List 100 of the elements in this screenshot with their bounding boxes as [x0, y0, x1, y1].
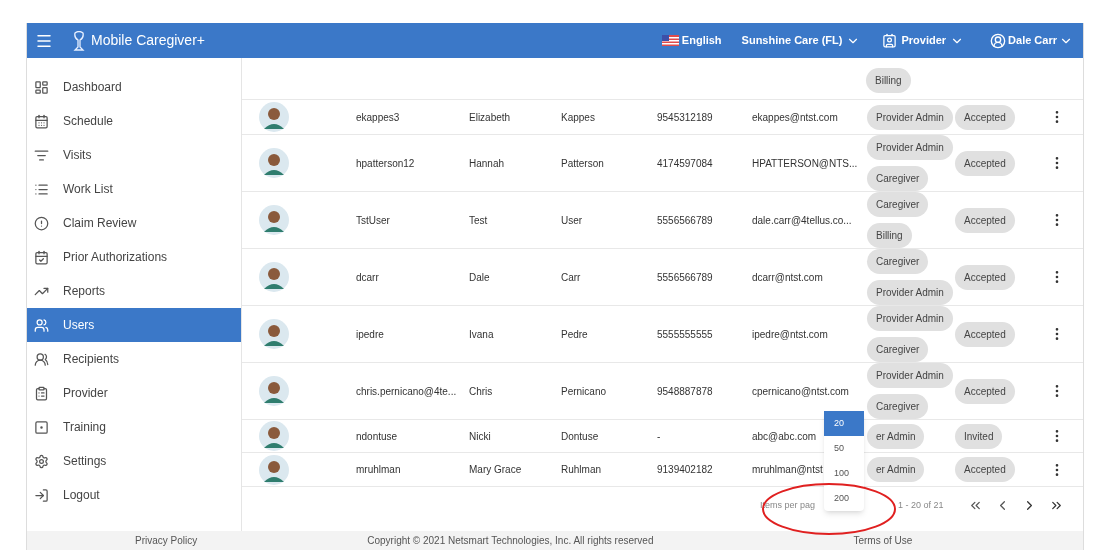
- role-chip: Provider Admin: [867, 306, 953, 331]
- email-cell: dale.carr@4tellus.co...: [752, 214, 852, 226]
- first-name-cell: Nicki: [469, 430, 491, 442]
- status-chip: Accepted: [955, 378, 1015, 404]
- role-chip: Billing: [867, 223, 912, 248]
- page-size-option[interactable]: 200: [824, 486, 864, 511]
- last-name-cell: Pernicano: [561, 385, 607, 397]
- email-cell: mruhlman@ntst: [752, 464, 823, 475]
- role-chip: Caregiver: [867, 192, 929, 217]
- first-name-cell: Mary Grace: [469, 464, 522, 475]
- sidebar-item[interactable]: Dashboard: [27, 70, 241, 104]
- email-cell: dcarr@ntst.com: [752, 271, 823, 283]
- role-chip: Provider Admin: [867, 135, 953, 160]
- dashboard-icon: [34, 79, 49, 95]
- status-chip: Accepted: [955, 457, 1015, 482]
- last-name-cell: Dontuse: [561, 430, 599, 442]
- email-cell: ekappes@ntst.com: [752, 111, 838, 123]
- organization-selector[interactable]: Sunshine Care (FL): [741, 32, 861, 49]
- role-chip: Provider Admin: [867, 363, 953, 388]
- sidebar-item[interactable]: Schedule: [27, 104, 241, 138]
- page-size-option[interactable]: 100: [824, 461, 864, 486]
- username-cell: ndontuse: [356, 430, 398, 442]
- id-card-icon: [882, 33, 898, 48]
- sidebar-item[interactable]: Training: [27, 410, 241, 444]
- phone-cell: 5555555555: [657, 328, 713, 340]
- calendar-icon: [34, 249, 49, 265]
- last-name-cell: User: [561, 214, 583, 226]
- people-icon: [34, 317, 49, 333]
- sidebar-item[interactable]: Provider: [27, 376, 241, 410]
- flag-icon: [661, 35, 679, 46]
- role-selector[interactable]: Provider: [882, 32, 965, 49]
- role-chip: Provider Admin: [867, 104, 953, 130]
- page-size-option[interactable]: 20: [824, 411, 864, 436]
- filter-icon: [34, 147, 49, 163]
- username-cell: mruhlman: [356, 464, 401, 475]
- username-cell: ipedre: [356, 328, 384, 340]
- phone-cell: 9545312189: [657, 111, 713, 123]
- privacy-policy-link[interactable]: Privacy Policy: [135, 533, 198, 548]
- sidebar-item[interactable]: Recipients: [27, 342, 241, 376]
- role-chip: Caregiver: [867, 166, 929, 191]
- first-name-cell: Dale: [469, 271, 490, 283]
- status-chip: Accepted: [955, 207, 1015, 233]
- sidebar-item[interactable]: Claim Review: [27, 206, 241, 240]
- first-name-cell: Chris: [469, 385, 493, 397]
- role-chip: er Admin: [867, 423, 925, 449]
- sidebar-item[interactable]: Visits: [27, 138, 241, 172]
- user-menu[interactable]: Dale Carr: [990, 32, 1073, 49]
- email-cell: abc@abc.com: [752, 430, 817, 442]
- status-chip: Invited: [955, 423, 1003, 449]
- phone-cell: 9139402182: [657, 464, 713, 475]
- sidebar-item[interactable]: Settings: [27, 444, 241, 478]
- sidebar-item[interactable]: Logout: [27, 478, 241, 512]
- first-name-cell: Hannah: [469, 157, 505, 169]
- terms-of-use-link[interactable]: Terms of Use: [853, 533, 913, 548]
- last-name-cell: Ruhlman: [561, 464, 602, 475]
- phone-cell: 9548887878: [657, 385, 713, 397]
- avatar-icon: [259, 102, 289, 132]
- phone-cell: 5556566789: [657, 214, 713, 226]
- logout-icon: [34, 487, 49, 503]
- sidebar-item[interactable]: Reports: [27, 274, 241, 308]
- last-name-cell: Patterson: [561, 157, 604, 169]
- avatar-icon: [259, 319, 289, 349]
- logo-icon: [73, 30, 85, 51]
- sidebar-item[interactable]: Users: [27, 308, 241, 342]
- settings-icon: [34, 453, 49, 469]
- first-name-cell: Elizabeth: [469, 111, 511, 123]
- role-chip: Provider Admin: [867, 280, 953, 305]
- avatar-icon: [259, 205, 289, 235]
- status-chip: Accepted: [955, 321, 1015, 347]
- username-cell: ekappes3: [356, 111, 400, 123]
- app-title: Mobile Caregiver+: [91, 31, 205, 50]
- username-cell: hpatterson12: [356, 157, 415, 169]
- avatar-icon: [259, 454, 289, 485]
- alert-icon: [34, 215, 49, 231]
- email-cell: cpernicano@ntst.com: [752, 385, 849, 397]
- sidebar-item[interactable]: Work List: [27, 172, 241, 206]
- phone-cell: 4174597084: [657, 157, 713, 169]
- copyright-text: Copyright © 2021 Netsmart Technologies, Inc. All rights reserved: [367, 534, 654, 548]
- first-name-cell: Test: [469, 214, 488, 226]
- avatar-icon: [259, 421, 289, 451]
- status-chip: Accepted: [955, 150, 1015, 176]
- language-selector[interactable]: English: [681, 32, 722, 49]
- last-name-cell: Kappes: [561, 111, 595, 123]
- clipboard-icon: [34, 385, 49, 401]
- email-cell: HPATTERSON@NTS...: [752, 157, 858, 169]
- list-icon: [34, 181, 49, 197]
- last-name-cell: Pedre: [561, 328, 588, 340]
- sidebar-item[interactable]: Prior Authorizations: [27, 240, 241, 274]
- role-chip: Billing: [866, 68, 911, 93]
- username-cell: TstUser: [356, 214, 390, 226]
- page-size-option[interactable]: 50: [824, 436, 864, 461]
- status-chip: Accepted: [955, 104, 1015, 130]
- role-chip: Caregiver: [867, 394, 929, 419]
- role-chip: Caregiver: [867, 249, 929, 274]
- email-cell: ipedre@ntst.com: [752, 328, 828, 340]
- last-name-cell: Carr: [561, 271, 581, 283]
- avatar-icon: [259, 148, 289, 178]
- avatar-icon: [259, 376, 289, 406]
- avatar-icon: [259, 262, 289, 292]
- calendar-icon: [34, 113, 49, 129]
